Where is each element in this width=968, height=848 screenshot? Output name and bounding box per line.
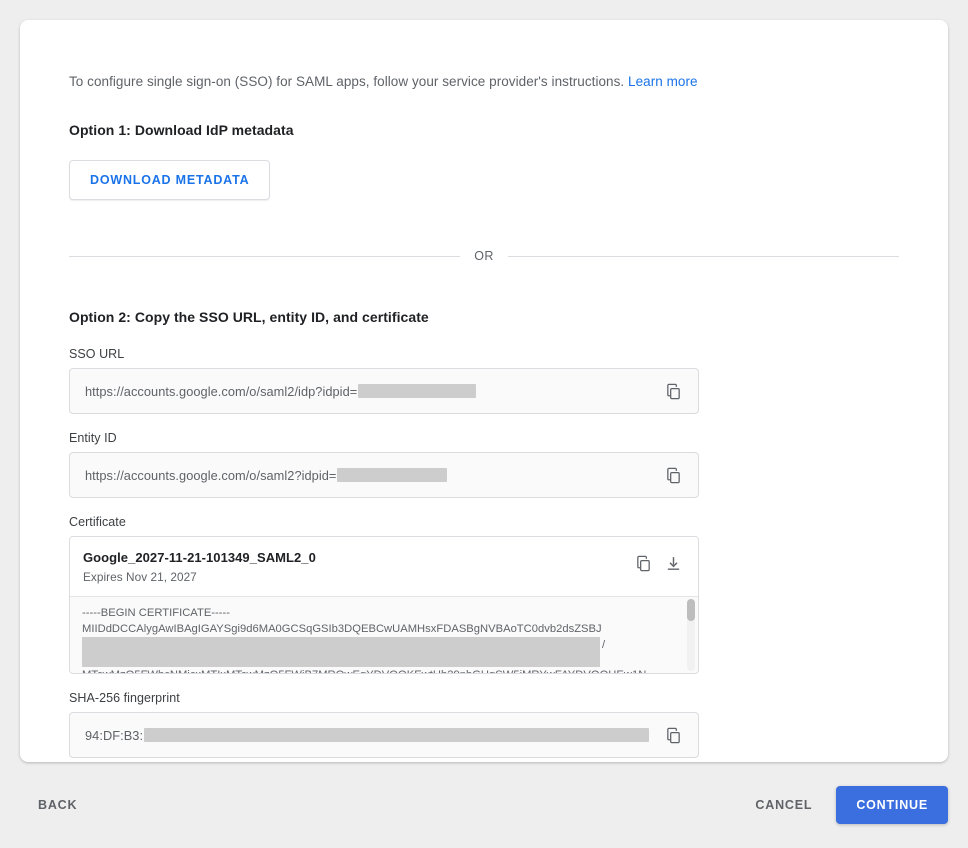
certificate-header: Google_2027-11-21-101349_SAML2_0 Expires…	[70, 537, 698, 597]
back-button[interactable]: BACK	[20, 788, 95, 822]
entity-id-value: https://accounts.google.com/o/saml2?idpi…	[85, 468, 661, 483]
divider-label: OR	[460, 249, 508, 263]
card-content: To configure single sign-on (SSO) for SA…	[20, 20, 948, 758]
entity-id-field-group: Entity ID https://accounts.google.com/o/…	[69, 431, 899, 498]
sso-url-field-group: SSO URL https://accounts.google.com/o/sa…	[69, 347, 899, 414]
entity-id-text: https://accounts.google.com/o/saml2?idpi…	[85, 468, 336, 483]
certificate-body[interactable]: -----BEGIN CERTIFICATE----- MIIDdDCCAlyg…	[70, 597, 698, 673]
certificate-redaction	[82, 637, 600, 667]
certificate-line: -----BEGIN CERTIFICATE-----	[82, 605, 686, 621]
option1-heading: Option 1: Download IdP metadata	[69, 122, 899, 138]
certificate-scrollbar[interactable]	[687, 599, 695, 671]
sso-configuration-card: To configure single sign-on (SSO) for SA…	[20, 20, 948, 762]
certificate-label: Certificate	[69, 515, 899, 529]
entity-id-redaction	[337, 468, 447, 482]
sha256-label: SHA-256 fingerprint	[69, 691, 899, 705]
certificate-scrollbar-thumb[interactable]	[687, 599, 695, 621]
option2-heading: Option 2: Copy the SSO URL, entity ID, a…	[69, 309, 899, 325]
sha256-redaction	[144, 728, 649, 742]
certificate-line: MTcwMzQ5FWhcNMjcxMTIxMTcwMzQ5FWjB7MRQwEg…	[82, 667, 646, 673]
sha256-value: 94:DF:B3:	[85, 728, 661, 743]
sso-url-label: SSO URL	[69, 347, 899, 361]
entity-id-field[interactable]: https://accounts.google.com/o/saml2?idpi…	[69, 452, 699, 498]
download-icon[interactable]	[661, 551, 685, 575]
certificate-box: Google_2027-11-21-101349_SAML2_0 Expires…	[69, 536, 699, 674]
certificate-field-group: Certificate Google_2027-11-21-101349_SAM…	[69, 515, 899, 674]
intro-text: To configure single sign-on (SSO) for SA…	[69, 72, 899, 92]
copy-icon[interactable]	[661, 379, 685, 403]
certificate-name: Google_2027-11-21-101349_SAML2_0	[83, 550, 631, 565]
entity-id-label: Entity ID	[69, 431, 899, 445]
cancel-button[interactable]: CANCEL	[737, 788, 830, 822]
copy-icon[interactable]	[631, 551, 655, 575]
download-metadata-button[interactable]: DOWNLOAD METADATA	[69, 160, 270, 200]
certificate-header-text: Google_2027-11-21-101349_SAML2_0 Expires…	[83, 550, 631, 584]
or-divider: OR	[69, 249, 899, 263]
certificate-line: MIIDdDCCAlygAwIBAgIGAYSgi9d6MA0GCSqGSIb3…	[82, 621, 686, 637]
sso-url-value: https://accounts.google.com/o/saml2/idp?…	[85, 384, 661, 399]
copy-icon[interactable]	[661, 723, 685, 747]
sha256-field-group: SHA-256 fingerprint 94:DF:B3:	[69, 691, 899, 758]
sso-url-text: https://accounts.google.com/o/saml2/idp?…	[85, 384, 357, 399]
divider-line-right	[508, 256, 899, 257]
learn-more-link[interactable]: Learn more	[628, 74, 698, 89]
footer-actions: BACK CANCEL CONTINUE	[20, 785, 948, 825]
certificate-redaction-edge-text: /	[602, 639, 605, 651]
sha256-field[interactable]: 94:DF:B3:	[69, 712, 699, 758]
sha256-text: 94:DF:B3:	[85, 728, 143, 743]
divider-line-left	[69, 256, 460, 257]
continue-button[interactable]: CONTINUE	[836, 786, 948, 824]
certificate-expiry: Expires Nov 21, 2027	[83, 570, 631, 584]
footer-right-actions: CANCEL CONTINUE	[737, 786, 948, 824]
copy-icon[interactable]	[661, 463, 685, 487]
intro-sentence: To configure single sign-on (SSO) for SA…	[69, 74, 624, 89]
sso-url-field[interactable]: https://accounts.google.com/o/saml2/idp?…	[69, 368, 699, 414]
sso-url-redaction	[358, 384, 476, 398]
certificate-actions	[631, 550, 685, 575]
